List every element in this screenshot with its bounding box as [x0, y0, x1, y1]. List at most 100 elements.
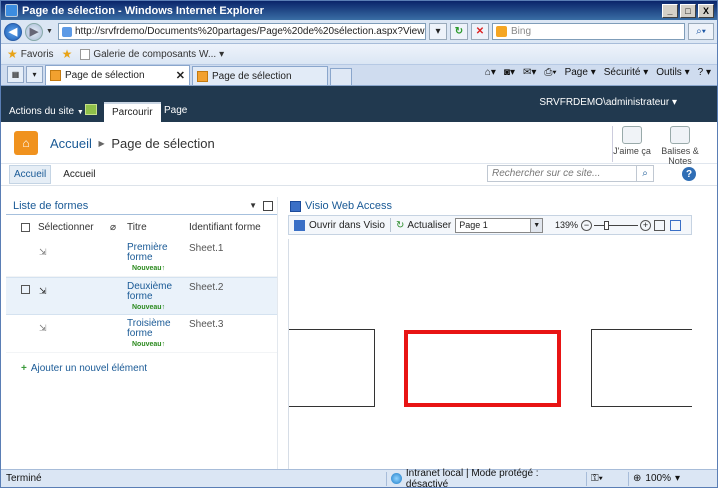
help-menu[interactable]: ? ▾: [698, 67, 711, 78]
new-badge: Nouveau↑: [132, 304, 166, 311]
table-row[interactable]: ⇲ Première forme Nouveau↑ Sheet.1: [6, 239, 277, 277]
search-input[interactable]: Bing: [492, 23, 685, 40]
diagram-shape-3[interactable]: [591, 329, 692, 407]
table-row[interactable]: ⇲ Troisième forme Nouveau↑ Sheet.3: [6, 315, 277, 353]
webpart-select-checkbox[interactable]: [263, 200, 273, 211]
zoom-icon: ⊕: [633, 473, 642, 484]
pan-zoom-icon[interactable]: [670, 220, 681, 231]
add-favorite-icon[interactable]: ★: [62, 47, 73, 61]
zoom-slider-thumb[interactable]: [604, 221, 609, 230]
attachment-icon: ⌀: [110, 221, 117, 233]
select-shape-icon[interactable]: ⇲: [39, 323, 48, 333]
address-dropdown-icon[interactable]: ▾: [429, 23, 447, 40]
sharepoint-ribbon: Actions du site ▼ Parcourir Page SRVFRDE…: [1, 86, 717, 122]
select-shape-icon[interactable]: ⇲: [39, 247, 48, 257]
site-logo-icon[interactable]: ⌂: [14, 131, 38, 155]
row-title-link[interactable]: Deuxième forme: [127, 282, 182, 302]
column-header-select[interactable]: Sélectionner: [38, 222, 94, 233]
like-button[interactable]: J'aime ça: [609, 126, 655, 156]
stop-button[interactable]: ✕: [471, 23, 489, 40]
history-dropdown-icon[interactable]: ▼: [46, 28, 55, 35]
row-checkbox[interactable]: [21, 285, 30, 294]
shape-list-webpart: Liste de formes ▼ Sélectionner ⌀ Titre I…: [6, 197, 277, 469]
maximize-button[interactable]: □: [680, 3, 696, 18]
column-header-shape-id[interactable]: Identifiant forme: [189, 222, 261, 233]
ribbon-tab-browse[interactable]: Parcourir: [104, 102, 161, 122]
favorites-button[interactable]: ★ Favoris: [7, 47, 54, 61]
favorites-label: Favoris: [20, 48, 54, 60]
print-icon[interactable]: ⎙▾: [544, 67, 556, 78]
close-window-button[interactable]: X: [698, 3, 714, 18]
visio-toolbar: Ouvrir dans Visio ↻ Actualiser Page 1 ▼ …: [288, 215, 692, 235]
column-header-title[interactable]: Titre: [127, 222, 147, 233]
tab-label: Page de sélection: [65, 70, 145, 81]
webpart-menu-icon[interactable]: ▼: [249, 201, 257, 210]
zoom-out-button[interactable]: −: [581, 220, 592, 231]
intranet-globe-icon: [391, 473, 402, 484]
address-input[interactable]: http://srvfrdemo/Documents%20partages/Pa…: [58, 23, 426, 40]
table-row[interactable]: ⇲ Deuxième forme Nouveau↑ Sheet.2: [6, 277, 277, 315]
row-title-link[interactable]: Première forme: [127, 243, 182, 263]
zone-indicator[interactable]: Intranet local | Mode protégé : désactiv…: [386, 468, 586, 488]
ribbon-tab-page[interactable]: Page: [156, 102, 195, 122]
address-row: ◀ ▶ ▼ http://srvfrdemo/Documents%20parta…: [1, 20, 717, 44]
refresh-icon: ↻: [395, 219, 405, 231]
tab-label: Page de sélection: [212, 70, 292, 82]
new-arrow-icon: ↑: [161, 265, 166, 272]
site-search-input[interactable]: Rechercher sur ce site...: [487, 165, 637, 182]
tags-icon: [670, 126, 690, 144]
user-menu[interactable]: SRVFRDEMO\administrateur ▾: [539, 97, 677, 108]
close-tab-icon[interactable]: ✕: [176, 69, 185, 82]
tab-list-icon[interactable]: ▾: [26, 66, 43, 83]
quick-tabs-icon[interactable]: ▦: [7, 66, 24, 83]
refresh-button[interactable]: Actualiser: [407, 220, 451, 231]
help-icon[interactable]: ?: [682, 167, 696, 181]
forward-button[interactable]: ▶: [25, 22, 43, 41]
back-button[interactable]: ◀: [4, 22, 22, 41]
add-new-item-link[interactable]: + Ajouter un nouvel élément: [21, 363, 147, 374]
diagram-shape-1[interactable]: [289, 329, 375, 407]
feeds-icon[interactable]: ◙▾: [504, 67, 515, 78]
favorite-link-label: Galerie de composants W...: [93, 48, 217, 60]
webpart-header: Liste de formes ▼: [6, 197, 277, 215]
fit-to-window-icon[interactable]: [654, 220, 665, 231]
security-menu[interactable]: Sécurité ▾: [604, 67, 649, 78]
breadcrumb-home-link[interactable]: Accueil: [50, 136, 92, 151]
tags-notes-button[interactable]: Balises & Notes: [657, 126, 703, 166]
minimize-button[interactable]: _: [662, 3, 678, 18]
page-icon: [62, 26, 72, 37]
search-icon[interactable]: ⌕: [636, 165, 654, 182]
zoom-in-button[interactable]: +: [640, 220, 651, 231]
search-placeholder: Bing: [511, 26, 532, 37]
visio-webpart-header: Visio Web Access: [288, 197, 692, 215]
mail-icon[interactable]: ✉▾: [523, 67, 536, 78]
status-text: Terminé: [6, 473, 42, 484]
new-tab-button[interactable]: [330, 68, 352, 85]
home-icon[interactable]: ⌂▾: [485, 67, 496, 78]
favorite-link-gallery[interactable]: Galerie de composants W... ▾: [80, 48, 224, 60]
tools-menu[interactable]: Outils ▾: [656, 67, 689, 78]
page-select[interactable]: Page 1 ▼: [455, 217, 544, 233]
tab-page-selection-active[interactable]: Page de sélection ✕: [45, 65, 190, 85]
nav-item-home-selected[interactable]: Accueil: [9, 165, 52, 184]
tab-page-selection[interactable]: Page de sélection: [192, 66, 328, 85]
nav-item-home[interactable]: Accueil: [59, 166, 99, 183]
refresh-button[interactable]: ↻: [450, 23, 468, 40]
diagram-shape-2-selected[interactable]: [404, 330, 561, 407]
search-button[interactable]: ⌕▾: [688, 23, 714, 40]
add-item-label: Ajouter un nouvel élément: [30, 363, 148, 374]
select-shape-icon[interactable]: ⇲: [39, 286, 48, 296]
row-shape-id: Sheet.2: [189, 282, 224, 293]
zoom-status[interactable]: ⊕ 100% ▾: [628, 471, 684, 486]
page-menu[interactable]: Page ▾: [565, 67, 596, 78]
zoom-slider-track[interactable]: [594, 225, 638, 226]
row-title-link[interactable]: Troisième forme: [127, 319, 182, 339]
security-status[interactable]: ⚿▾: [586, 471, 628, 486]
site-actions-menu[interactable]: Actions du site ▼: [9, 106, 84, 117]
select-all-checkbox[interactable]: [21, 222, 30, 232]
navigate-up-icon[interactable]: [85, 104, 97, 115]
visio-drawing-canvas[interactable]: [288, 239, 692, 469]
visio-webpart-title[interactable]: Visio Web Access: [305, 200, 392, 212]
open-in-visio-button[interactable]: Ouvrir dans Visio: [309, 220, 385, 231]
webpart-title[interactable]: Liste de formes: [13, 200, 88, 212]
